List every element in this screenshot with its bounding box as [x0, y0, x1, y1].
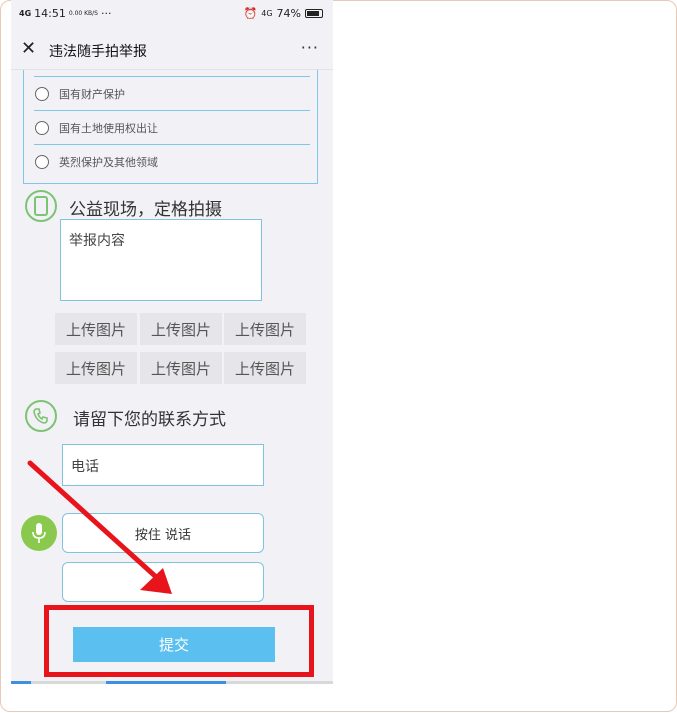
- annotation-arrow: [27, 460, 172, 594]
